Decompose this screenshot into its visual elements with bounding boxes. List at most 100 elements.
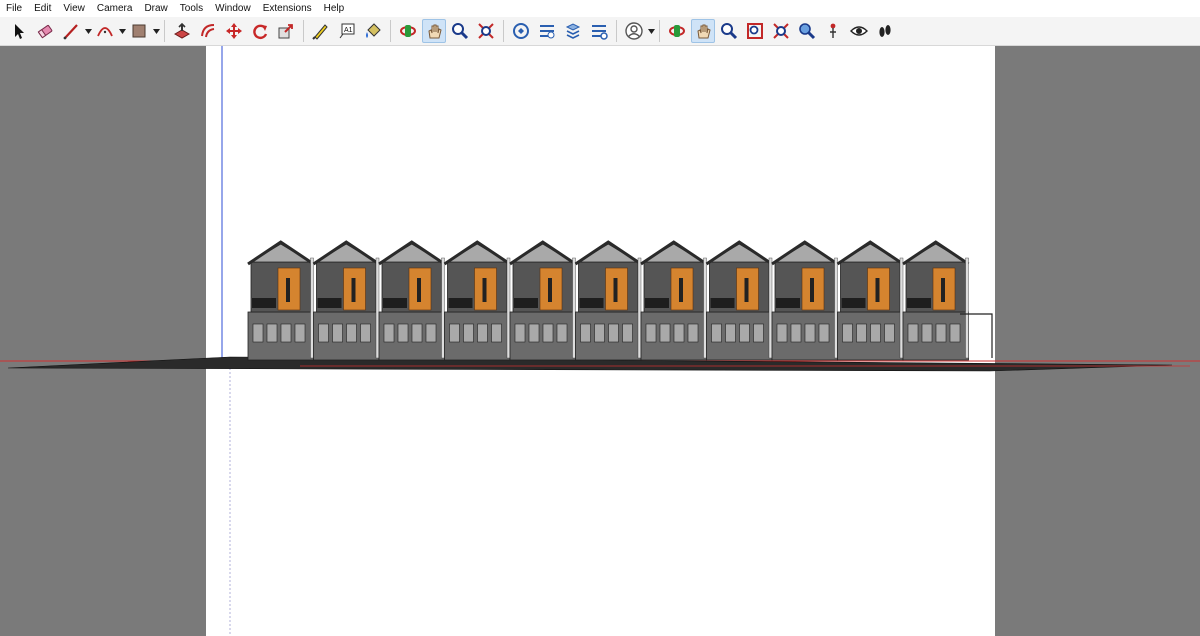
gable-glass bbox=[380, 243, 443, 263]
balcony-rail bbox=[252, 298, 276, 308]
party-wall bbox=[637, 257, 642, 359]
extension-warehouse-button[interactable] bbox=[535, 19, 559, 43]
window bbox=[935, 323, 947, 343]
rectangle-tool-icon bbox=[132, 24, 146, 38]
orbit-tool-button[interactable] bbox=[396, 19, 420, 43]
previous-view-button[interactable] bbox=[795, 19, 819, 43]
townhouse bbox=[640, 240, 708, 361]
menu-view[interactable]: View bbox=[57, 0, 91, 17]
narrow-window bbox=[417, 278, 421, 302]
eraser-tool-button[interactable] bbox=[33, 19, 57, 43]
party-wall bbox=[506, 257, 511, 359]
narrow-window bbox=[810, 278, 814, 302]
balcony-rail bbox=[448, 298, 473, 308]
zoom-extents-camera-icon bbox=[773, 23, 789, 39]
model-viewport[interactable] bbox=[0, 46, 1200, 636]
arc-tool-button[interactable] bbox=[93, 19, 117, 43]
window bbox=[790, 323, 802, 343]
townhouse bbox=[771, 240, 839, 361]
account-user-icon bbox=[625, 22, 643, 40]
dropdown-arrow-icon[interactable] bbox=[118, 19, 126, 43]
offset-tool-button[interactable] bbox=[196, 19, 220, 43]
orbit-tool-icon bbox=[400, 25, 416, 37]
move-tool-button[interactable] bbox=[222, 19, 246, 43]
zoom-extents-camera-button[interactable] bbox=[769, 19, 793, 43]
orbit-camera-icon bbox=[669, 25, 685, 37]
text-tool-icon: A1 bbox=[339, 23, 355, 39]
window bbox=[463, 323, 474, 343]
party-wall bbox=[899, 257, 904, 359]
gable-glass bbox=[511, 243, 574, 263]
narrow-window bbox=[351, 278, 356, 302]
dropdown-arrow-icon[interactable] bbox=[647, 19, 655, 43]
window bbox=[514, 323, 526, 343]
balcony-rail bbox=[579, 298, 604, 308]
arc-tool-icon bbox=[97, 27, 113, 37]
menu-camera[interactable]: Camera bbox=[91, 0, 139, 17]
zoom-extents-tool-button[interactable] bbox=[474, 19, 498, 43]
gable-glass bbox=[249, 243, 312, 263]
look-around-button[interactable] bbox=[847, 19, 871, 43]
orbit-camera-button[interactable] bbox=[665, 19, 689, 43]
menu-draw[interactable]: Draw bbox=[138, 0, 173, 17]
gable-glass bbox=[642, 243, 705, 263]
menu-file[interactable]: File bbox=[0, 0, 28, 17]
townhouse bbox=[312, 240, 380, 361]
narrow-window bbox=[744, 278, 749, 302]
extension-manager-button[interactable] bbox=[587, 19, 611, 43]
tape-measure-tool-icon bbox=[312, 24, 328, 40]
menu-help[interactable]: Help bbox=[318, 0, 351, 17]
zoom-window-icon bbox=[747, 23, 763, 39]
window bbox=[383, 323, 395, 343]
toolbar-separator bbox=[390, 20, 391, 42]
move-tool-icon bbox=[226, 23, 242, 39]
window bbox=[425, 323, 437, 343]
dropdown-arrow-icon[interactable] bbox=[84, 19, 92, 43]
menu-tools[interactable]: Tools bbox=[174, 0, 209, 17]
walk-button[interactable] bbox=[873, 19, 897, 43]
window bbox=[645, 323, 657, 343]
text-tool-button[interactable]: A1 bbox=[335, 19, 359, 43]
menu-extensions[interactable]: Extensions bbox=[257, 0, 318, 17]
window bbox=[608, 323, 619, 343]
balcony-rail bbox=[841, 298, 866, 308]
previous-view-icon bbox=[799, 23, 816, 40]
rectangle-tool-button[interactable] bbox=[127, 19, 151, 43]
toolbar-separator bbox=[303, 20, 304, 42]
account-user-button[interactable] bbox=[622, 19, 646, 43]
paint-bucket-tool-button[interactable] bbox=[361, 19, 385, 43]
extension-manager-icon bbox=[592, 25, 608, 40]
window bbox=[739, 323, 750, 343]
window bbox=[753, 323, 764, 343]
narrow-window bbox=[286, 278, 290, 302]
layout-send-button[interactable] bbox=[561, 19, 585, 43]
tape-measure-tool-button[interactable] bbox=[309, 19, 333, 43]
select-tool-button[interactable] bbox=[7, 19, 31, 43]
balcony-rail bbox=[645, 298, 669, 308]
dropdown-arrow-icon[interactable] bbox=[152, 19, 160, 43]
menu-edit[interactable]: Edit bbox=[28, 0, 57, 17]
gable-glass bbox=[839, 243, 902, 263]
push-pull-tool-button[interactable] bbox=[170, 19, 194, 43]
pan-camera-button[interactable] bbox=[691, 19, 715, 43]
balcony-rail bbox=[383, 298, 407, 308]
pan-camera-icon bbox=[697, 24, 711, 39]
window bbox=[294, 323, 306, 343]
zoom-camera-button[interactable] bbox=[717, 19, 741, 43]
window bbox=[542, 323, 554, 343]
townhouse bbox=[836, 240, 904, 361]
window bbox=[687, 323, 699, 343]
townhouse bbox=[378, 240, 446, 361]
window bbox=[907, 323, 919, 343]
zoom-window-button[interactable] bbox=[743, 19, 767, 43]
window bbox=[449, 323, 460, 343]
line-tool-button[interactable] bbox=[59, 19, 83, 43]
scale-tool-button[interactable] bbox=[274, 19, 298, 43]
position-camera-button[interactable] bbox=[821, 19, 845, 43]
menu-window[interactable]: Window bbox=[209, 0, 257, 17]
pan-tool-button[interactable] bbox=[422, 19, 446, 43]
rotate-tool-button[interactable] bbox=[248, 19, 272, 43]
zoom-tool-button[interactable] bbox=[448, 19, 472, 43]
gable-glass bbox=[446, 243, 509, 263]
3d-warehouse-button[interactable] bbox=[509, 19, 533, 43]
